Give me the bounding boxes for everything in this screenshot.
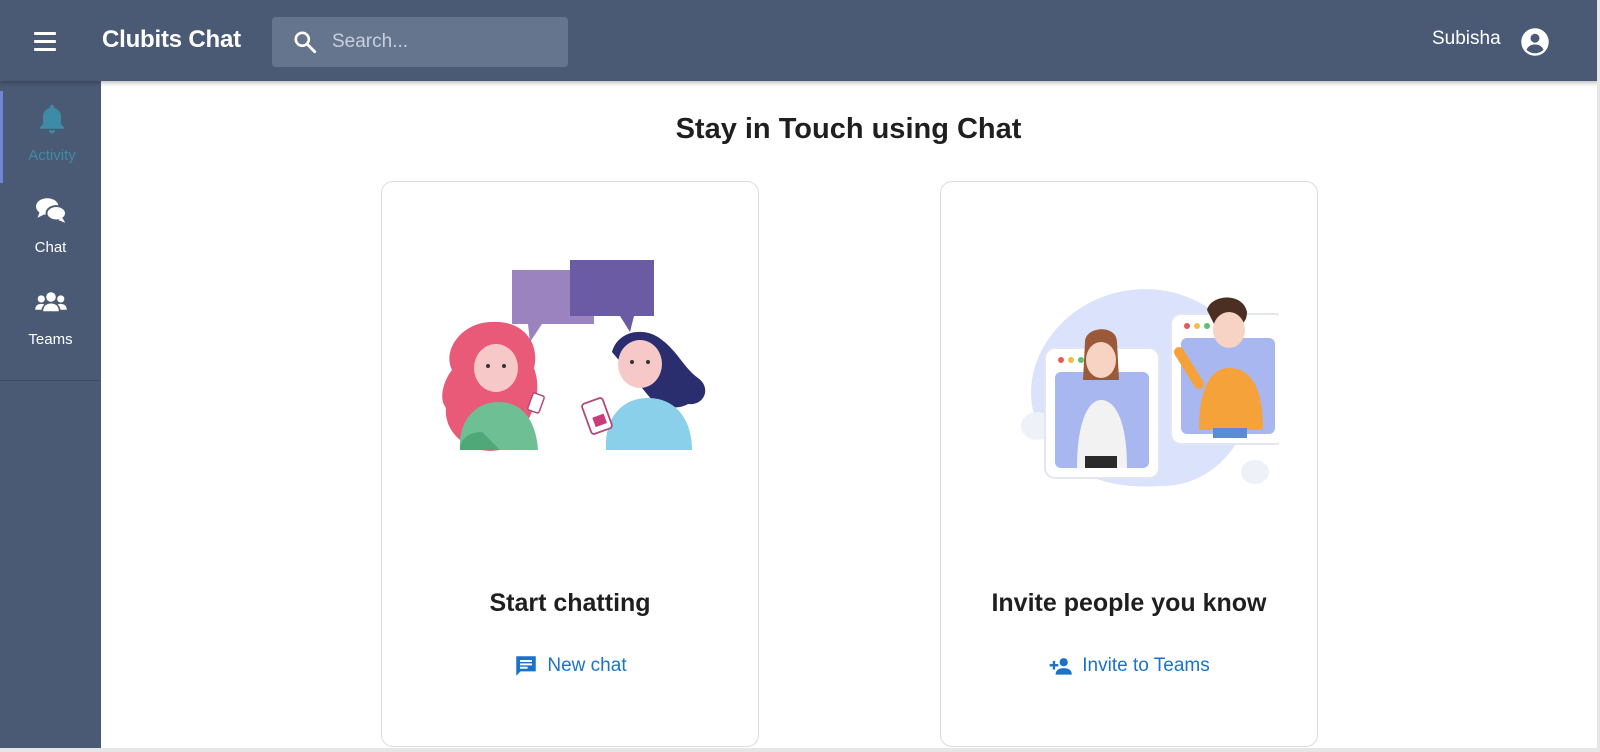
chat-bubbles-icon: [35, 198, 67, 223]
person-add-icon: [1049, 658, 1073, 675]
window-edge: [0, 748, 1600, 752]
message-icon: [516, 656, 537, 676]
menu-icon-bar: [34, 32, 56, 35]
menu-icon-bar: [34, 48, 56, 51]
new-chat-button[interactable]: New chat: [382, 650, 758, 682]
invite-to-teams-button[interactable]: Invite to Teams: [941, 650, 1317, 682]
invite-to-teams-label: Invite to Teams: [1082, 655, 1210, 676]
user-name[interactable]: Subisha: [1432, 28, 1501, 50]
sidebar-item-label: Activity: [28, 147, 76, 164]
sidebar-item-label: Chat: [34, 239, 67, 256]
search-input[interactable]: [332, 17, 558, 67]
sidebar-item-label: Teams: [28, 331, 73, 348]
sidebar-divider: [0, 380, 101, 381]
main-content: Stay in Touch using Chat Start chatting …: [101, 81, 1600, 752]
top-app-bar: Clubits Chat Subisha: [0, 0, 1600, 81]
search-box[interactable]: [272, 17, 568, 67]
sidebar-item-activity[interactable]: Activity: [0, 91, 101, 183]
new-chat-label: New chat: [547, 655, 627, 676]
menu-icon-bar: [34, 40, 56, 43]
left-nav-rail: Activity Chat Teams: [0, 81, 101, 752]
card-title: Start chatting: [489, 589, 651, 617]
bell-icon: [40, 104, 64, 134]
card-title: Invite people you know: [991, 589, 1267, 617]
account-circle-icon[interactable]: [1520, 27, 1550, 57]
sidebar-item-chat[interactable]: Chat: [0, 183, 101, 275]
app-title: Clubits Chat: [102, 26, 241, 53]
people-group-icon: [34, 292, 67, 312]
invite-people-card: Invite people you know Invite to Teams: [940, 181, 1318, 747]
start-chatting-card: Start chatting New chat: [381, 181, 759, 747]
page-title: Stay in Touch using Chat: [675, 113, 1022, 145]
two-women-chatting-illustration: [442, 260, 706, 451]
search-icon: [294, 31, 317, 54]
app-window: Clubits Chat Subisha Activity: [0, 0, 1600, 752]
sidebar-item-teams[interactable]: Teams: [0, 275, 101, 367]
hamburger-menu-button[interactable]: [28, 24, 62, 58]
video-call-illustration: [995, 289, 1279, 494]
